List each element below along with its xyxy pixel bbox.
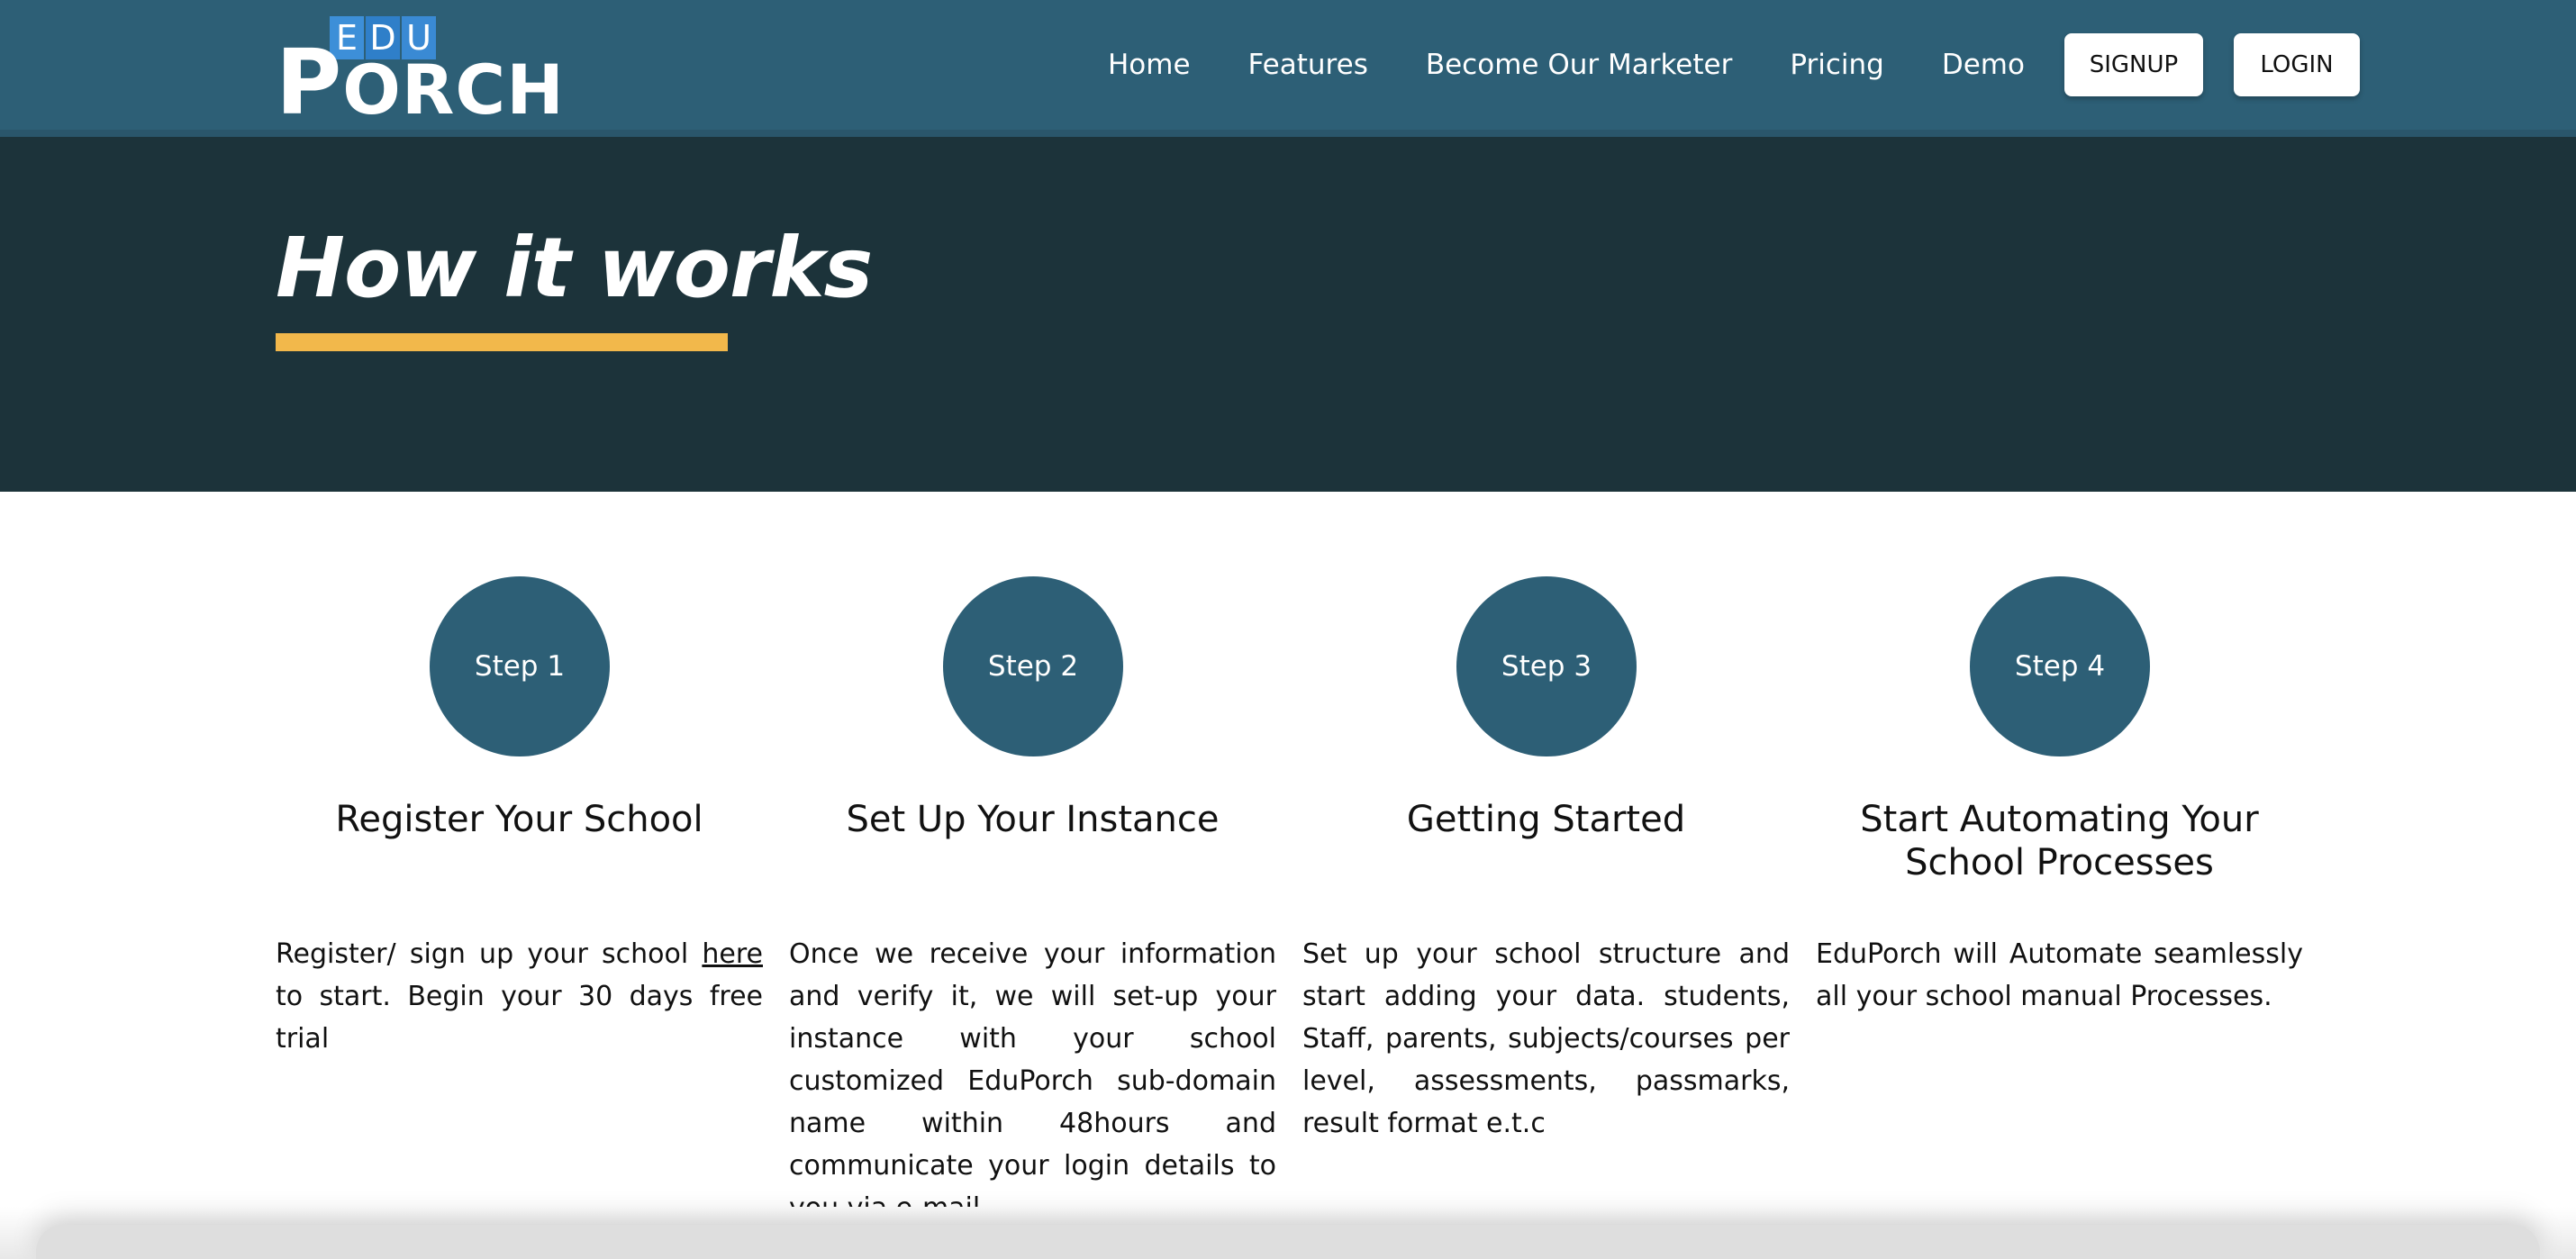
nav-home[interactable]: Home xyxy=(1108,49,1191,81)
next-section-edge xyxy=(0,1207,2576,1259)
login-button[interactable]: LOGIN xyxy=(2233,33,2360,96)
step-description: Set up your school structure and start a… xyxy=(1302,938,1790,1139)
step-card-2: Step 2 Set Up Your Instance Once we rece… xyxy=(789,576,1276,1224)
step-desc-text-tail: to start. Begin your 30 days free trial xyxy=(276,981,763,1055)
step-description: Once we receive your information and ver… xyxy=(789,938,1276,1224)
site-header: E D U PORCH Home Features Become Our Mar… xyxy=(0,0,2576,137)
step-badge: Step 1 xyxy=(430,576,610,756)
page-title: How it works xyxy=(276,220,873,316)
nav-pricing[interactable]: Pricing xyxy=(1790,49,1884,81)
nav-become-marketer[interactable]: Become Our Marketer xyxy=(1426,49,1733,81)
main-nav: Home Features Become Our Marketer Pricin… xyxy=(1108,32,2390,97)
nav-features[interactable]: Features xyxy=(1248,49,1368,81)
step-badge: Step 2 xyxy=(943,576,1123,756)
eduporch-logo[interactable]: E D U PORCH xyxy=(276,16,564,128)
signup-button[interactable]: SIGNUP xyxy=(2064,33,2203,96)
logo-porch-rest: ORCH xyxy=(342,50,565,130)
step-description: EduPorch will Automate seamlessly all yo… xyxy=(1816,938,2303,1012)
step-desc-text: Register/ sign up your school xyxy=(276,938,703,970)
step-title: Set Up Your Instance xyxy=(846,799,1220,840)
logo-porch-initial: P xyxy=(276,30,343,135)
step-card-3: Step 3 Getting Started Set up your schoo… xyxy=(1302,576,1790,1207)
hero-banner: How it works xyxy=(0,137,2576,492)
step-badge: Step 3 xyxy=(1456,576,1637,756)
step-title: Start Automating Your School Processes xyxy=(1860,799,2259,883)
register-here-link[interactable]: here xyxy=(702,938,763,970)
step-description: Register/ sign up your school here to st… xyxy=(276,933,763,1060)
step-title: Register Your School xyxy=(335,799,703,840)
nav-demo[interactable]: Demo xyxy=(1942,49,2025,81)
logo-porch-text: PORCH xyxy=(276,38,565,128)
step-badge: Step 4 xyxy=(1970,576,2150,756)
title-underline xyxy=(276,333,728,351)
step-card-1: Step 1 Register Your School Register/ si… xyxy=(276,576,763,1207)
step-title: Getting Started xyxy=(1406,799,1686,840)
step-card-4: Step 4 Start Automating Your School Proc… xyxy=(1816,576,2303,1207)
steps-section: Step 1 Register Your School Register/ si… xyxy=(276,576,2304,1224)
